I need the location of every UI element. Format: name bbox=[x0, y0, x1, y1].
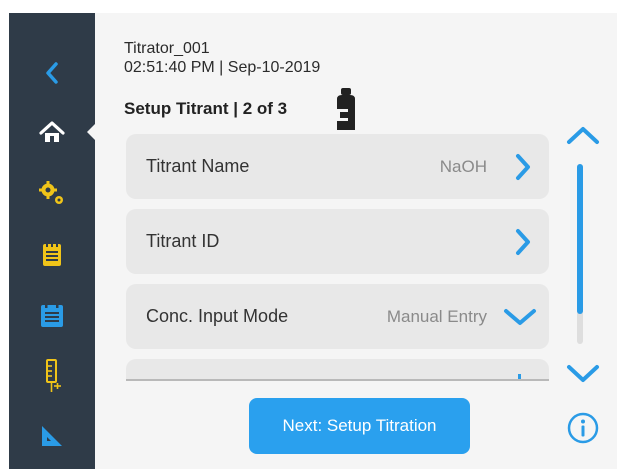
row-value: NaOH bbox=[439, 156, 487, 176]
sidebar-item-notes[interactable] bbox=[9, 234, 95, 274]
header: Titrator_001 02:51:40 PM | Sep-10-2019 bbox=[124, 39, 320, 77]
ruler-triangle-icon bbox=[42, 426, 62, 446]
notepad-icon bbox=[43, 242, 61, 266]
page-title: Setup Titrant | 2 of 3 bbox=[124, 99, 288, 118]
row-label: Conc. Input Mode bbox=[146, 306, 289, 326]
sidebar-item-home[interactable] bbox=[9, 112, 96, 152]
scroll-up-icon[interactable] bbox=[566, 124, 600, 146]
datetime: 02:51:40 PM | Sep-10-2019 bbox=[124, 59, 321, 76]
chevron-right-icon bbox=[516, 153, 530, 180]
row-label: Titrant Name bbox=[146, 156, 250, 176]
info-icon[interactable] bbox=[567, 412, 599, 444]
sidebar-item-measure[interactable] bbox=[9, 416, 95, 456]
partial-row[interactable] bbox=[126, 359, 549, 379]
gears-icon bbox=[39, 181, 63, 204]
titrant-name-row[interactable]: Titrant Name NaOH bbox=[126, 134, 549, 199]
sidebar-item-titrant[interactable] bbox=[9, 356, 95, 396]
back-arrow-icon bbox=[46, 62, 58, 84]
settings-list[interactable]: Titrant Name NaOH Titrant ID Conc. Input… bbox=[126, 134, 549, 379]
sidebar bbox=[9, 13, 96, 469]
scrollbar-thumb[interactable] bbox=[577, 164, 583, 314]
chevron-down-icon bbox=[504, 308, 536, 325]
back-button[interactable] bbox=[9, 53, 95, 93]
conc-input-mode-row[interactable]: Conc. Input Mode Manual Entry bbox=[126, 284, 549, 349]
chevron-right-icon bbox=[516, 228, 530, 255]
home-icon bbox=[39, 121, 65, 142]
next-setup-titration-button[interactable]: Next: Setup Titration bbox=[249, 398, 470, 454]
sidebar-item-methods[interactable] bbox=[9, 295, 95, 335]
row-label: Titrant ID bbox=[146, 231, 220, 251]
active-indicator bbox=[87, 123, 96, 141]
sidebar-item-settings[interactable] bbox=[9, 173, 95, 213]
calendar-list-icon bbox=[41, 303, 63, 327]
bottle-icon bbox=[337, 88, 355, 130]
scroll-down-icon[interactable] bbox=[566, 363, 600, 385]
row-value: Manual Entry bbox=[386, 306, 487, 326]
burette-icon bbox=[46, 359, 61, 392]
list-divider bbox=[126, 379, 549, 381]
device-name: Titrator_001 bbox=[124, 40, 210, 57]
titrant-id-row[interactable]: Titrant ID bbox=[126, 209, 549, 274]
